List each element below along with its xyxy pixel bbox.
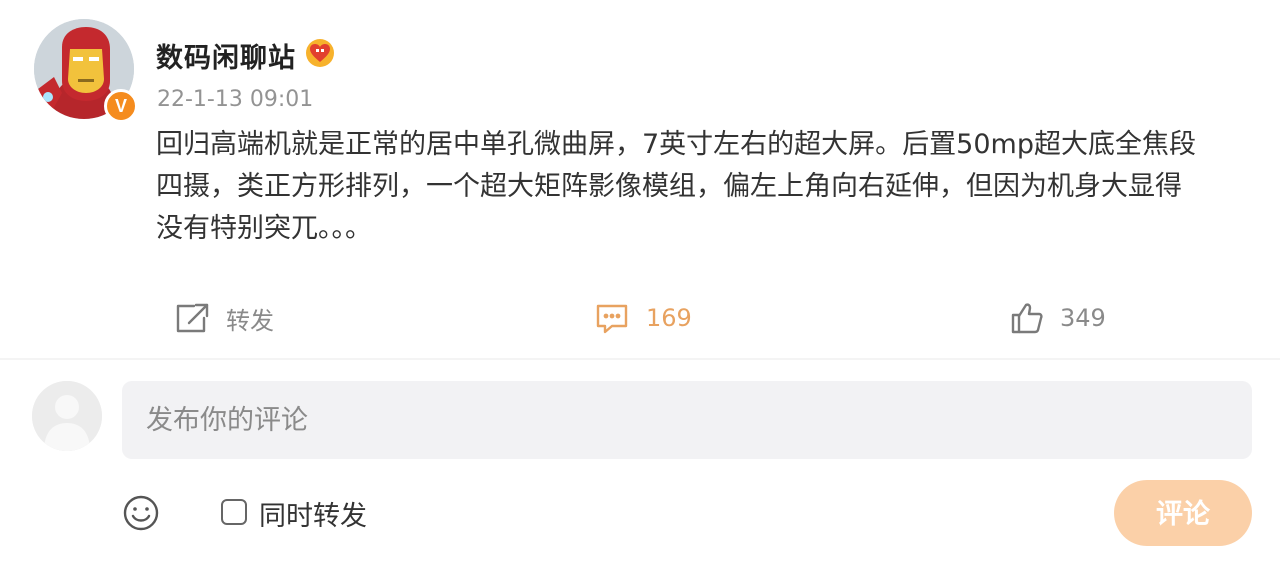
- vip-heart-icon[interactable]: [304, 38, 336, 68]
- comment-icon: [596, 304, 628, 334]
- post-timestamp[interactable]: 22-1-13 09:01: [157, 87, 313, 112]
- comment-count: 169: [646, 304, 692, 332]
- content-line: 回归高端机就是正常的居中单孔微曲屏，7英寸左右的超大屏。后置50mp超大底全焦段: [156, 129, 1196, 160]
- forward-icon: [176, 303, 209, 333]
- emoji-icon[interactable]: [122, 494, 160, 532]
- section-divider: [0, 358, 1280, 360]
- content-line: 没有特别突兀。。。: [156, 213, 372, 244]
- verified-badge-icon: V: [104, 89, 138, 123]
- repost-checkbox[interactable]: [221, 499, 247, 525]
- like-icon: [1011, 303, 1043, 334]
- default-user-icon: [32, 381, 102, 451]
- submit-comment-button[interactable]: 评论: [1114, 480, 1252, 546]
- comment-button[interactable]: 169: [594, 296, 692, 340]
- forward-button[interactable]: 转发: [174, 296, 274, 340]
- content-line: 四摄，类正方形排列，一个超大矩阵影像模组，偏左上角向右延伸，但因为机身大显得: [156, 171, 1182, 202]
- like-button[interactable]: 349: [1010, 296, 1106, 340]
- repost-label[interactable]: 同时转发: [259, 494, 367, 533]
- like-count: 349: [1060, 304, 1106, 332]
- weibo-post: V 数码闲聊站 22-1-13 09:01 回归高端机就是正常的居中单孔微曲屏，…: [0, 0, 1280, 360]
- author-name[interactable]: 数码闲聊站: [156, 36, 296, 75]
- forward-label: 转发: [226, 306, 274, 335]
- current-user-avatar: [32, 381, 102, 451]
- author-avatar[interactable]: V: [34, 19, 138, 123]
- post-content: 回归高端机就是正常的居中单孔微曲屏，7英寸左右的超大屏。后置50mp超大底全焦段…: [156, 124, 1256, 250]
- comment-input[interactable]: [122, 381, 1252, 459]
